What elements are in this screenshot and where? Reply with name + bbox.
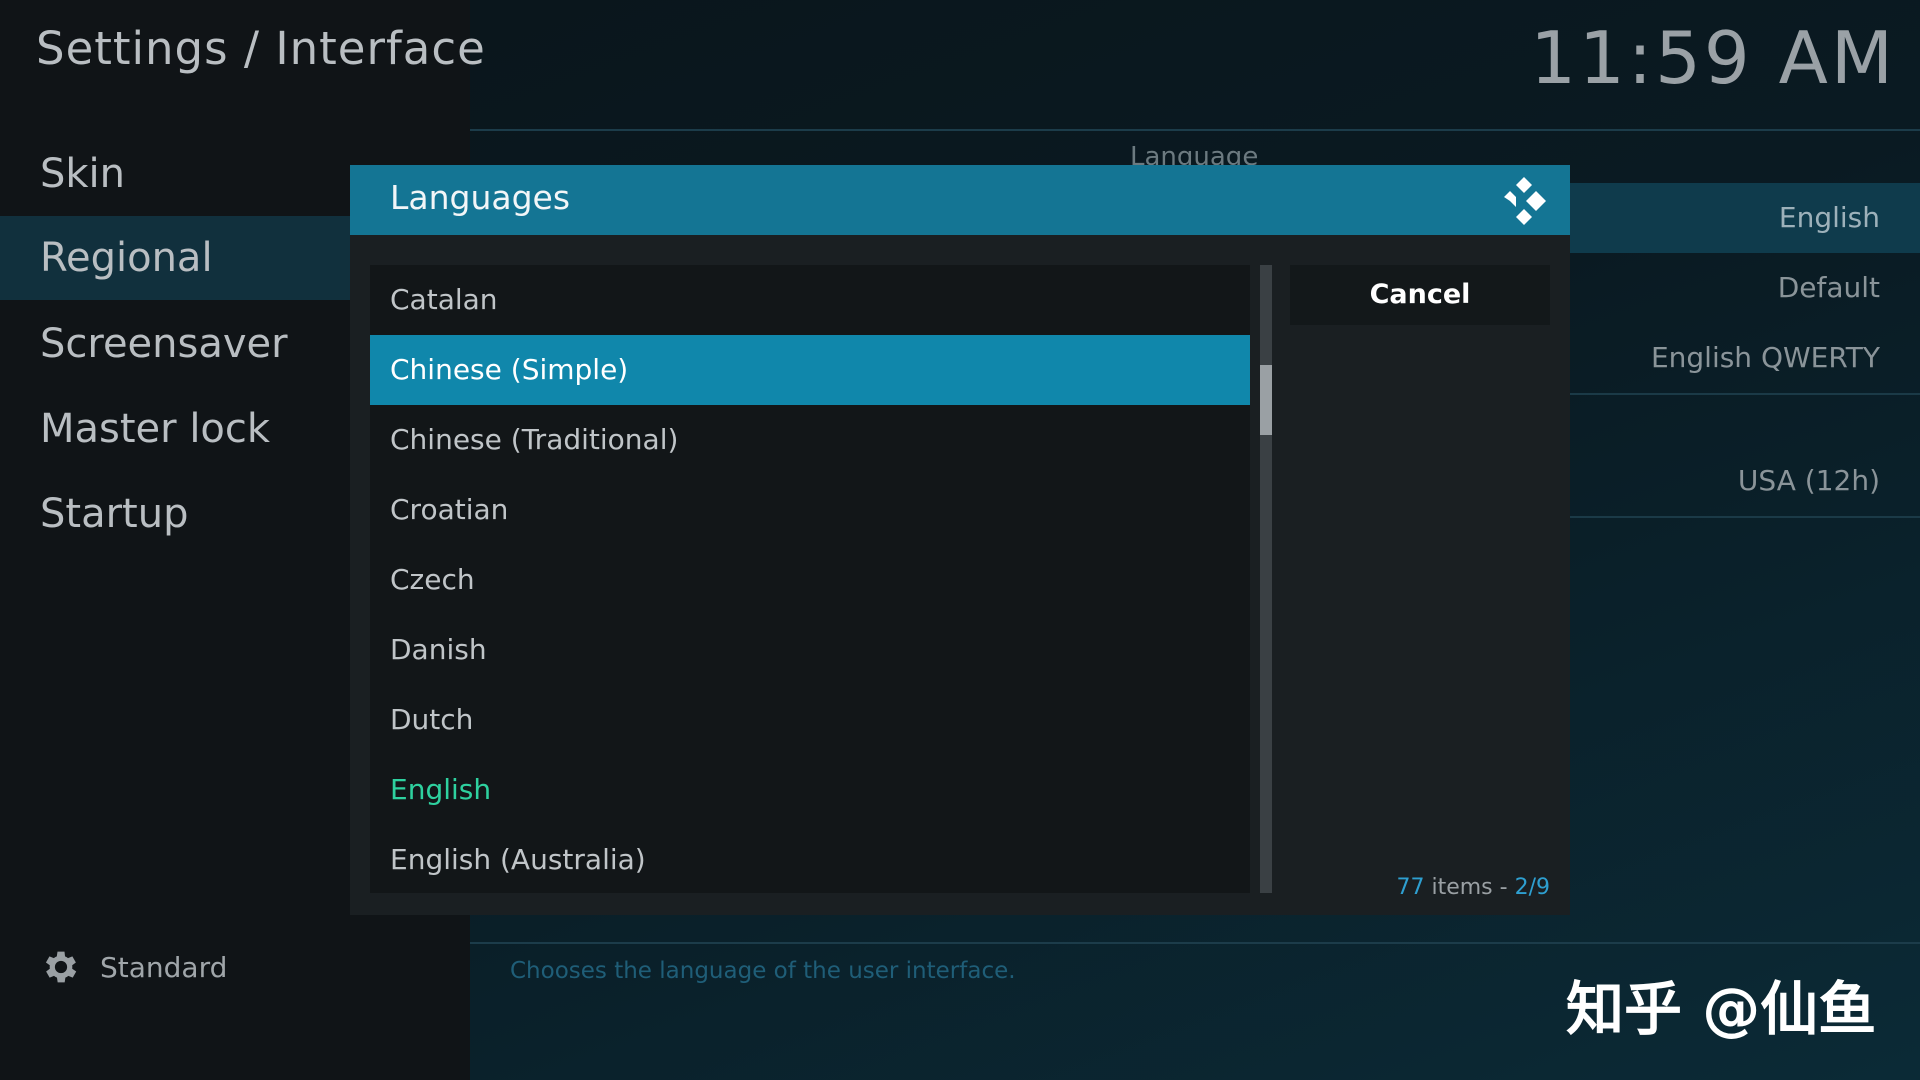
watermark: 知乎 @仙鱼 (1566, 975, 1877, 1043)
languages-dialog: Languages Catalan Chinese (Simple) Chine… (350, 165, 1570, 915)
setting-language-region-value[interactable]: Default (1570, 253, 1920, 323)
list-item-czech[interactable]: Czech (370, 545, 1250, 615)
cancel-button[interactable]: Cancel (1290, 265, 1550, 325)
setting-description: Chooses the language of the user interfa… (510, 958, 1016, 984)
items-counter: 77 items - 2/9 (1396, 875, 1550, 900)
list-item-chinese-traditional[interactable]: Chinese (Traditional) (370, 405, 1250, 475)
kodi-settings-screen: Settings / Interface 11:59 AM Skin Regio… (0, 0, 1920, 1080)
language-list[interactable]: Catalan Chinese (Simple) Chinese (Tradit… (370, 265, 1250, 893)
footer-divider (470, 942, 1920, 944)
clock: 11:59 AM (1530, 16, 1896, 100)
header-divider (470, 129, 1920, 131)
setting-keyboard-layout-value[interactable]: English QWERTY (1570, 323, 1920, 393)
list-item-dutch[interactable]: Dutch (370, 685, 1250, 755)
sidebar-item-label: Regional (40, 235, 213, 281)
gear-icon (45, 951, 77, 983)
scrollbar-thumb[interactable] (1260, 365, 1272, 435)
sidebar-item-label: Master lock (40, 406, 271, 452)
setting-language-value[interactable]: English (1570, 183, 1920, 253)
kodi-logo-icon (1504, 177, 1546, 225)
settings-level-button[interactable]: Standard (40, 945, 227, 989)
list-item-english[interactable]: English (370, 755, 1250, 825)
settings-level-label: Standard (100, 950, 228, 984)
list-item-danish[interactable]: Danish (370, 615, 1250, 685)
list-item-chinese-simple[interactable]: Chinese (Simple) (370, 335, 1250, 405)
setting-divider (1570, 393, 1920, 395)
page-indicator: 2/9 (1514, 875, 1550, 900)
item-count: 77 (1396, 875, 1425, 900)
page-title: Settings / Interface (36, 22, 486, 75)
sidebar-item-label: Skin (40, 151, 126, 197)
dialog-header: Languages (350, 165, 1570, 235)
items-word: items (1431, 875, 1493, 900)
dialog-title: Languages (390, 178, 571, 217)
setting-region-value[interactable]: USA (12h) (1570, 446, 1920, 516)
list-item-english-australia[interactable]: English (Australia) (370, 825, 1250, 895)
sidebar-item-label: Screensaver (40, 321, 288, 367)
list-item-catalan[interactable]: Catalan (370, 265, 1250, 335)
list-item-croatian[interactable]: Croatian (370, 475, 1250, 545)
sidebar-item-label: Startup (40, 491, 189, 537)
setting-divider (1570, 516, 1920, 518)
items-separator: - (1499, 875, 1508, 900)
list-scrollbar[interactable] (1260, 265, 1272, 893)
